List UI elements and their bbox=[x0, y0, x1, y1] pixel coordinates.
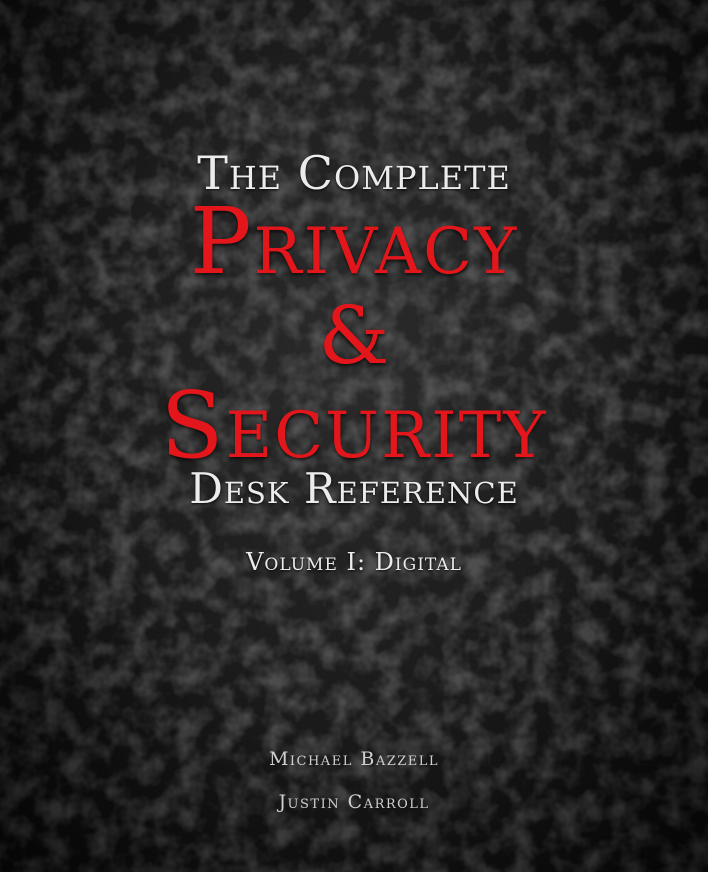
title-ampersand: & bbox=[318, 289, 390, 382]
title-security: Security bbox=[160, 372, 548, 479]
author-name: Michael Bazzell bbox=[268, 748, 440, 770]
title-privacy: Privacy bbox=[189, 188, 519, 295]
volume-label: Volume I: Digital bbox=[246, 548, 462, 576]
subtitle: Desk Reference bbox=[189, 464, 519, 513]
author-name: Justin Carroll bbox=[278, 791, 430, 813]
book-cover: The Complete Privacy & Security Desk Ref… bbox=[0, 0, 708, 872]
